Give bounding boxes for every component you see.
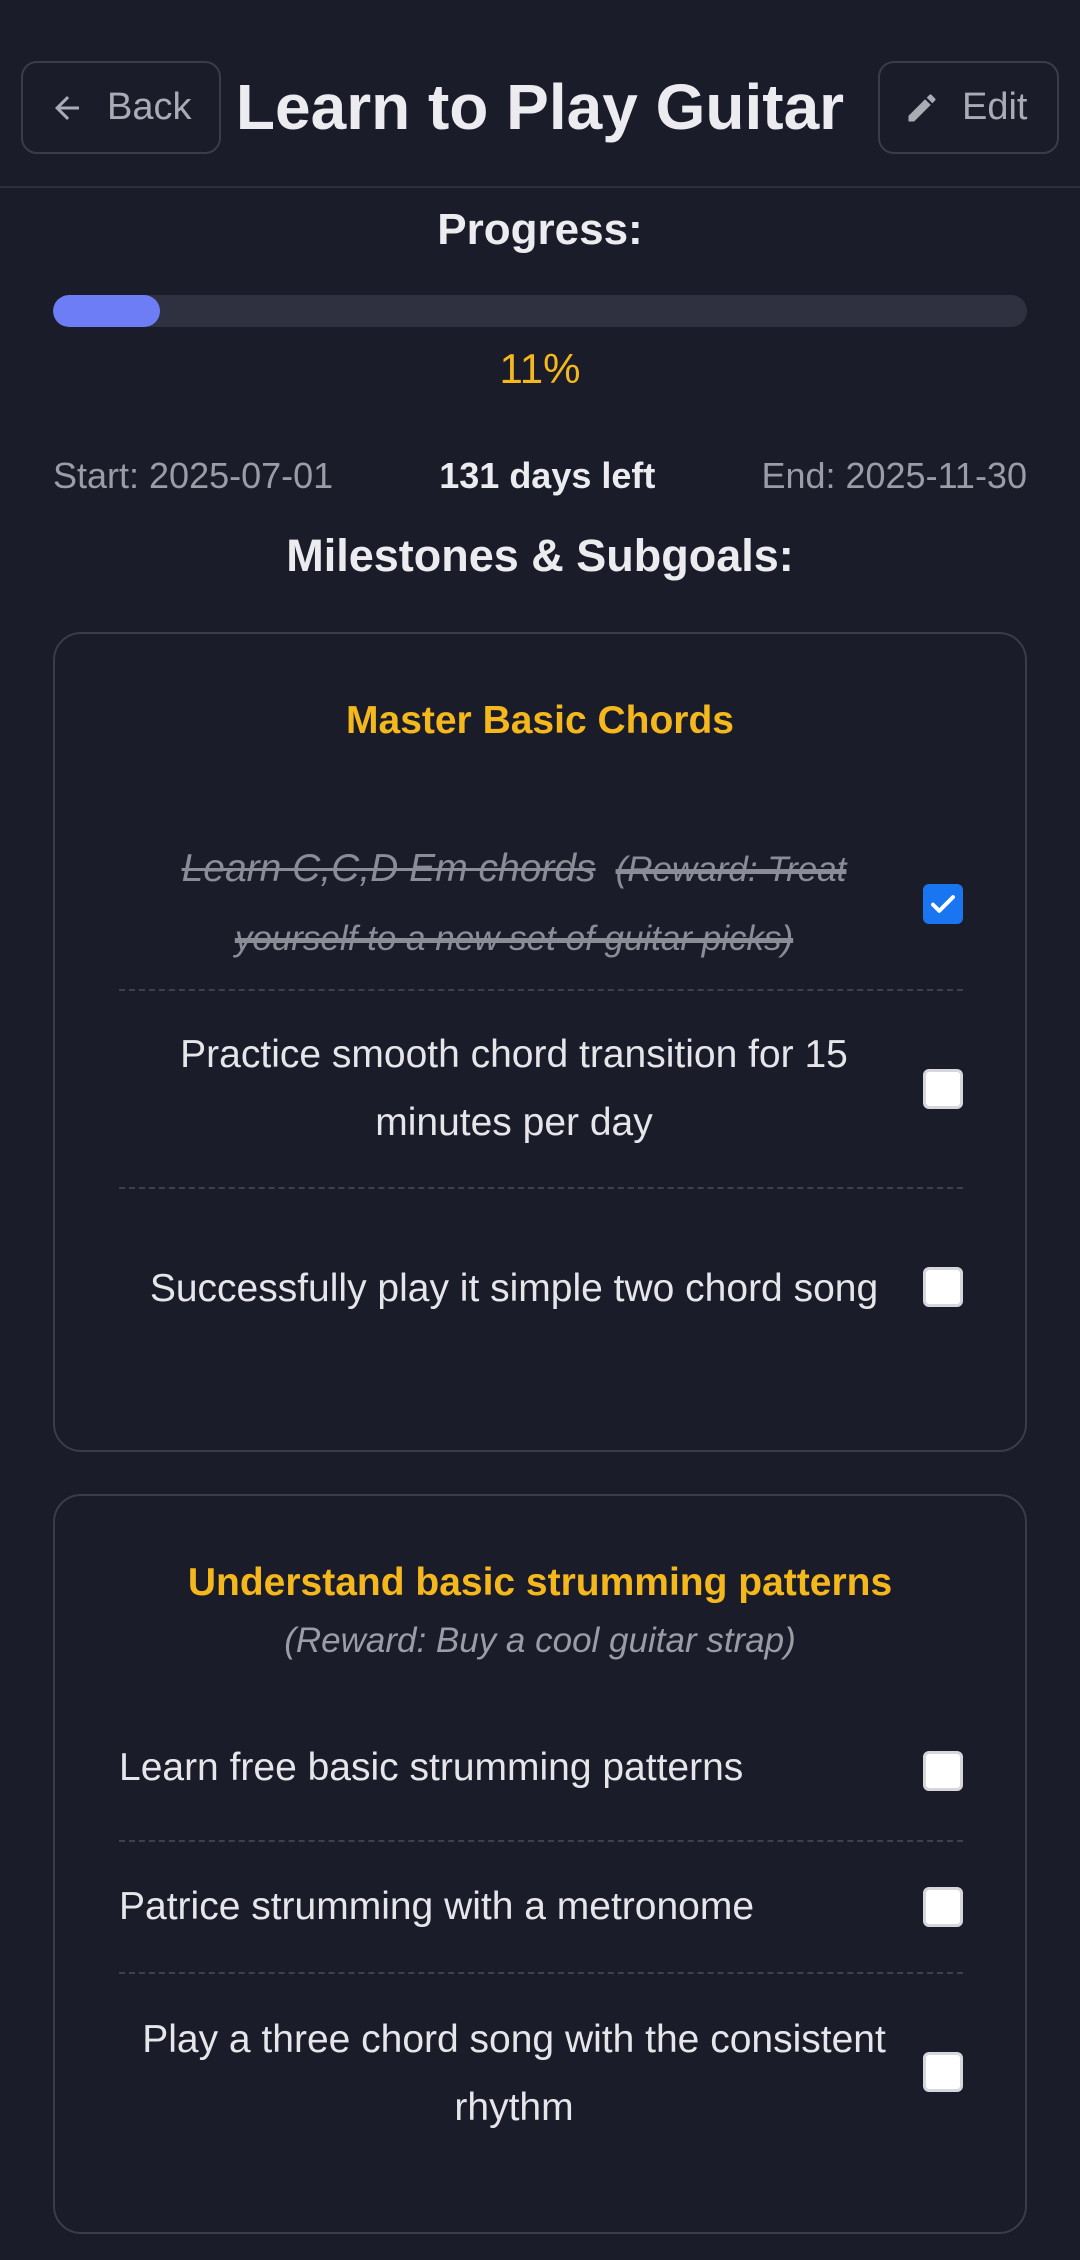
progress-bar-fill	[53, 295, 161, 327]
milestone-card: Master Basic Chords Learn C,C,D Em chord…	[53, 632, 1027, 1452]
milestone-title: Understand basic strumming patterns	[187, 1561, 893, 1604]
progress-bar	[53, 295, 1027, 327]
pencil-icon	[904, 90, 940, 126]
checkmark-icon	[931, 895, 955, 913]
task-text: Practice smooth chord transition for 15 …	[180, 1033, 848, 1144]
edit-label: Edit	[962, 86, 1028, 128]
milestones-heading: Milestones & Subgoals:	[286, 530, 794, 581]
task-checkbox[interactable]	[923, 2052, 963, 2092]
task-text: Successfully play it simple two chord so…	[149, 1267, 879, 1310]
task-item: Learn C,C,D Em chords (Reward: Treat your…	[119, 819, 963, 991]
task-item: Practice smooth chord transition for 15 …	[119, 991, 963, 1189]
progress-percent: 11%	[499, 345, 581, 392]
task-checkbox[interactable]	[923, 1069, 963, 1109]
task-checkbox[interactable]	[923, 1267, 963, 1307]
task-text: Learn C,C,D Em chords (Reward: Treat your…	[119, 835, 909, 973]
task-checkbox[interactable]	[923, 1887, 963, 1927]
end-date: End: 2025-11-30	[761, 455, 1027, 496]
edit-button[interactable]: Edit	[878, 61, 1059, 154]
task-item: Play a three chord song with the consist…	[119, 1974, 963, 2174]
start-date: Start: 2025-07-01	[53, 455, 334, 496]
app-header: Back Learn to Play Guitar Edit	[0, 0, 1080, 188]
progress-label: Progress:	[437, 205, 643, 254]
task-checkbox[interactable]	[923, 884, 963, 924]
task-item: Learn free basic strumming patterns	[119, 1696, 963, 1842]
task-text: Learn free basic strumming patterns	[119, 1746, 744, 1789]
milestone-reward: (Reward: Buy a cool guitar strap)	[284, 1621, 796, 1660]
task-text: Patrice strumming with a metronome	[119, 1885, 755, 1928]
task-item: Successfully play it simple two chord so…	[119, 1189, 963, 1389]
task-item: Patrice strumming with a metronome	[119, 1842, 963, 1974]
task-text: Play a three chord song with the consist…	[142, 2018, 886, 2129]
days-left: 131 days left	[439, 455, 656, 496]
task-checkbox[interactable]	[923, 1751, 963, 1791]
date-row: Start: 2025-07-01 131 days left End: 202…	[53, 455, 1027, 497]
milestone-title: Master Basic Chords	[346, 699, 734, 742]
task-label: Learn C,C,D Em chords	[181, 847, 596, 890]
milestone-card: Understand basic strumming patterns (Rew…	[53, 1494, 1027, 2234]
